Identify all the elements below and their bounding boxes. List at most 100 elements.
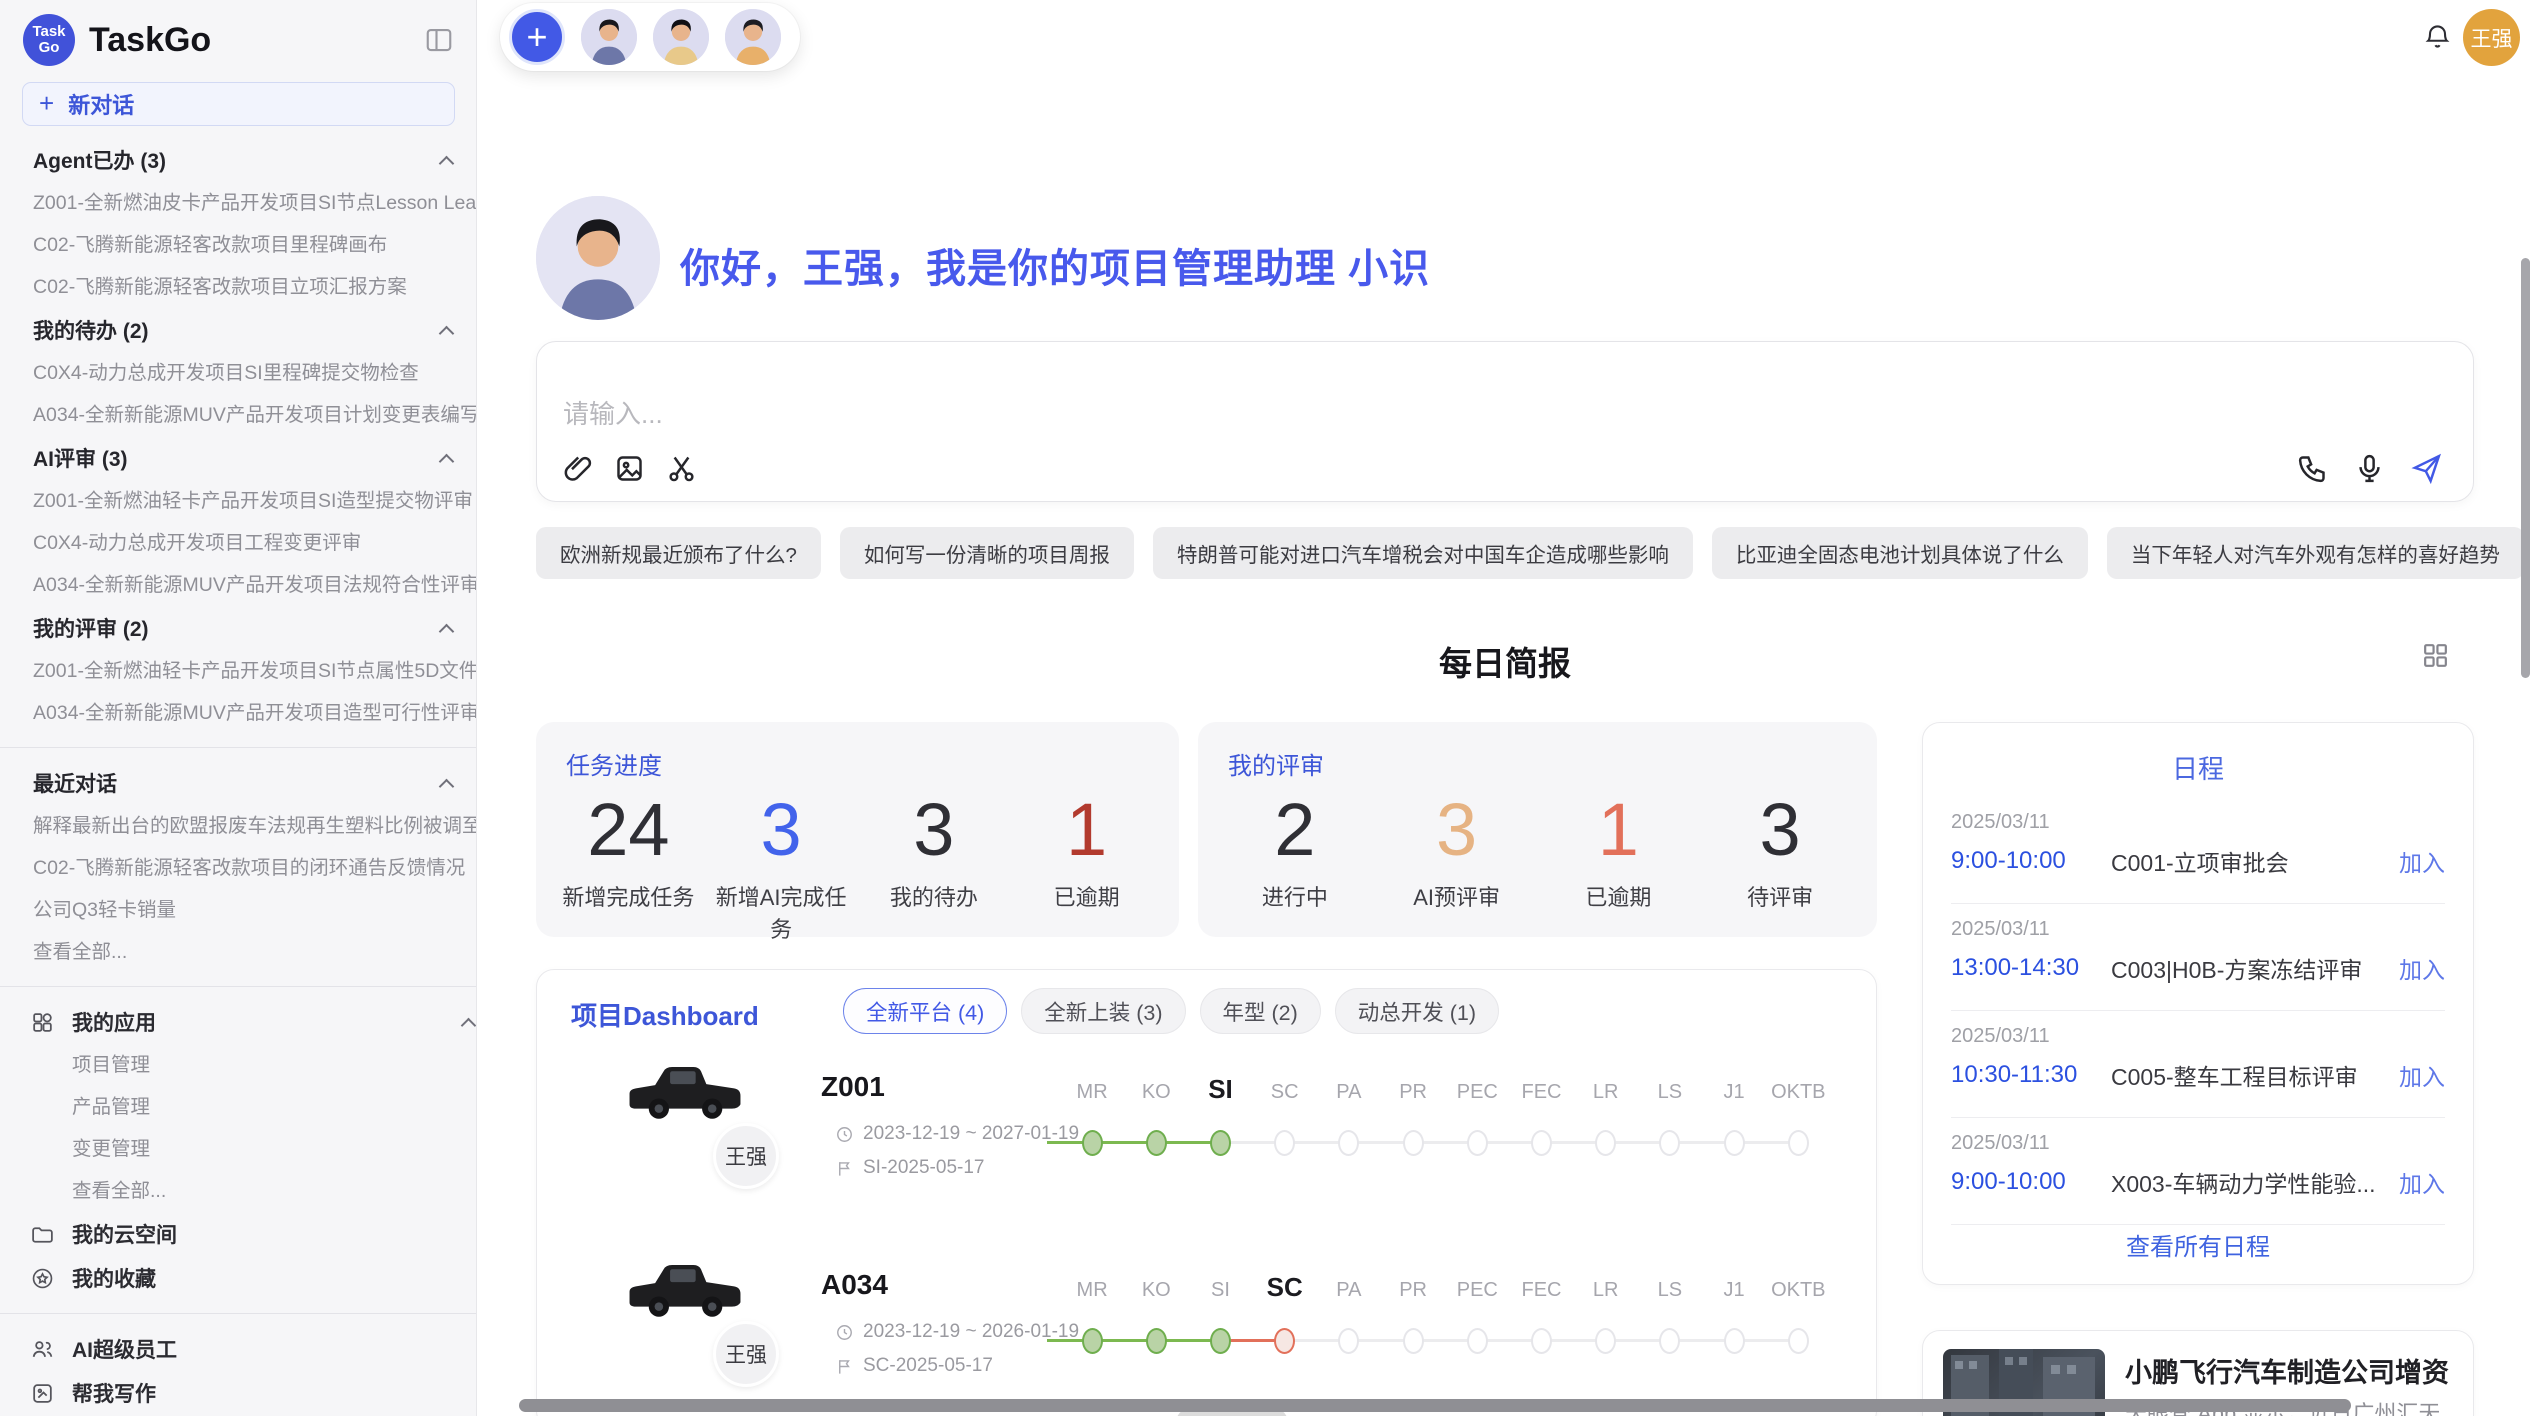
milestone-label: SC <box>1252 1079 1318 1105</box>
dashboard-tab[interactable]: 年型 (2) <box>1200 988 1321 1034</box>
sidebar-section-header[interactable]: 我的待办 (2) <box>0 308 476 352</box>
sidebar-link-label: 我的收藏 <box>72 1263 156 1293</box>
sidebar-cloud-space[interactable]: 我的云空间 <box>0 1212 476 1256</box>
milestone-label: OKTB <box>1765 1277 1831 1303</box>
sidebar-section-label: 我的评审 (2) <box>33 613 149 643</box>
sidebar-favorites[interactable]: 我的收藏 <box>0 1256 476 1300</box>
sidebar-item[interactable]: C0X4-动力总成开发项目工程变更评审 <box>0 522 476 564</box>
collapse-sidebar-icon[interactable] <box>424 25 454 55</box>
milestone-label: FEC <box>1509 1079 1575 1105</box>
sidebar-item[interactable]: C02-飞腾新能源轻客改款项目里程碑画布 <box>0 224 476 266</box>
sidebar-tool-ai-super-staff[interactable]: AI超级员工 <box>0 1327 476 1371</box>
sidebar-section-header[interactable]: 我的评审 (2) <box>0 606 476 650</box>
milestone-dot <box>1082 1328 1103 1354</box>
recent-chat-item[interactable]: 公司Q3轻卡销量 <box>0 889 476 931</box>
project-row[interactable]: 王强Z0012023-12-19 ~ 2027-01-19SI-2025-05-… <box>537 1041 1877 1239</box>
schedule-item[interactable]: 2025/03/1110:30-11:30C005-整车工程目标评审加入 <box>1951 1017 2445 1124</box>
sidebar-item[interactable]: C0X4-动力总成开发项目SI里程碑提交物检查 <box>0 352 476 394</box>
sidebar-item[interactable]: A034-全新新能源MUV产品开发项目计划变更表编写 <box>0 394 476 436</box>
stat-value: 2 <box>1214 784 1376 876</box>
notification-bell-icon[interactable] <box>2422 21 2453 52</box>
user-avatar[interactable]: 王强 <box>2463 9 2520 66</box>
microphone-icon[interactable] <box>2353 452 2386 485</box>
sidebar-tool-label: AI超级员工 <box>72 1334 177 1364</box>
sidebar-section-header[interactable]: Agent已办 (3) <box>0 138 476 182</box>
app-sub-item[interactable]: 查看全部... <box>0 1170 476 1212</box>
stat-label: 我的待办 <box>858 880 1011 912</box>
join-meeting-link[interactable]: 加入 <box>2399 844 2445 878</box>
dashboard-tab[interactable]: 全新上装 (3) <box>1021 988 1185 1034</box>
milestone-dot <box>1403 1328 1424 1354</box>
horizontal-scrollbar[interactable] <box>519 1399 2351 1412</box>
milestone-dot <box>1146 1130 1167 1156</box>
dashboard-tab[interactable]: 全新平台 (4) <box>843 988 1007 1034</box>
stat-value: 3 <box>705 784 858 876</box>
sidebar-item[interactable]: Z001-全新燃油轻卡产品开发项目SI造型提交物评审 <box>0 480 476 522</box>
suggestion-chip[interactable]: 特朗普可能对进口汽车增税会对中国车企造成哪些影响 <box>1153 527 1693 579</box>
schedule-date: 2025/03/11 <box>1951 1017 2445 1048</box>
sidebar-tool-label: 帮我写作 <box>72 1378 156 1408</box>
suggestion-chip[interactable]: 比亚迪全固态电池计划具体说了什么 <box>1712 527 2088 579</box>
dashboard-tab[interactable]: 动总开发 (1) <box>1335 988 1499 1034</box>
vertical-scrollbar[interactable] <box>2521 258 2530 678</box>
attachment-icon[interactable] <box>561 452 594 485</box>
schedule-item[interactable]: 2025/03/11 9:00-10:00C001-立项审批会加入 <box>1951 803 2445 910</box>
recent-chat-item[interactable]: C02-飞腾新能源轻客改款项目的闭环通告反馈情况 <box>0 847 476 889</box>
recent-view-all[interactable]: 查看全部... <box>0 931 476 973</box>
schedule-event-title: C005-整车工程目标评审 <box>2111 1058 2399 1092</box>
schedule-item[interactable]: 2025/03/11 13:00-14:30C003|H0B-方案冻结评审加入 <box>1951 910 2445 1017</box>
app-sub-item[interactable]: 产品管理 <box>0 1086 476 1128</box>
sidebar-item[interactable]: Z001-全新燃油皮卡产品开发项目SI节点Lesson Learn报告 <box>0 182 476 224</box>
sidebar-my-apps[interactable]: 我的应用 <box>0 1000 476 1044</box>
join-meeting-link[interactable]: 加入 <box>2399 1058 2445 1092</box>
app-sub-item[interactable]: 项目管理 <box>0 1044 476 1086</box>
join-meeting-link[interactable]: 加入 <box>2399 1165 2445 1199</box>
sidebar-section-header[interactable]: AI评审 (3) <box>0 436 476 480</box>
schedule-time: 13:00-14:30 <box>1951 954 2111 982</box>
sidebar-item[interactable]: A034-全新新能源MUV产品开发项目法规符合性评审 <box>0 564 476 606</box>
schedule-item-main: 13:00-14:30C003|H0B-方案冻结评审加入 <box>1951 951 2445 985</box>
milestone-label: SI <box>1188 1277 1254 1303</box>
sidebar-divider <box>0 747 476 748</box>
schedule-divider <box>1951 903 2445 904</box>
sidebar-section-label: Agent已办 (3) <box>33 145 166 175</box>
sidebar-item[interactable]: Z001-全新燃油轻卡产品开发项目SI节点属性5D文件评审 <box>0 650 476 692</box>
join-meeting-link[interactable]: 加入 <box>2399 951 2445 985</box>
layout-grid-icon[interactable] <box>2420 640 2451 671</box>
image-icon[interactable] <box>613 452 646 485</box>
new-chat-button[interactable]: + 新对话 <box>22 82 455 126</box>
schedule-item[interactable]: 2025/03/119:00-10:00X003-车辆动力学性能验...加入 <box>1951 1124 2445 1231</box>
milestone-label: LS <box>1637 1277 1703 1303</box>
phone-icon[interactable] <box>2296 452 2329 485</box>
sidebar-item[interactable]: A034-全新新能源MUV产品开发项目造型可行性评审 <box>0 692 476 734</box>
stat-item: 3AI预评审 <box>1376 784 1538 912</box>
write-icon <box>30 1381 55 1406</box>
agent-avatar-2[interactable] <box>653 9 709 65</box>
schedule-time: 9:00-10:00 <box>1951 1168 2111 1196</box>
composer-left-icons <box>561 452 698 485</box>
schedule-event-title: C003|H0B-方案冻结评审 <box>2111 951 2399 985</box>
schedule-date: 2025/03/11 <box>1951 803 2445 834</box>
sidebar-section-header-recent[interactable]: 最近对话 <box>0 761 476 805</box>
sidebar-section-label: 我的待办 (2) <box>33 315 149 345</box>
suggestion-chip[interactable]: 如何写一份清晰的项目周报 <box>840 527 1134 579</box>
send-icon[interactable] <box>2410 452 2443 485</box>
sidebar-item[interactable]: C02-飞腾新能源轻客改款项目立项汇报方案 <box>0 266 476 308</box>
schedule-date: 2025/03/11 <box>1951 910 2445 941</box>
scissors-icon[interactable] <box>665 452 698 485</box>
agent-avatar-1[interactable] <box>581 9 637 65</box>
project-row[interactable]: 王强A0342023-12-19 ~ 2026-01-19SC-2025-05-… <box>537 1239 1877 1416</box>
agent-avatar-3[interactable] <box>725 9 781 65</box>
chat-input[interactable] <box>561 398 1961 431</box>
milestone-dot <box>1210 1130 1231 1156</box>
sidebar-tool-help-me-write[interactable]: 帮我写作 <box>0 1371 476 1415</box>
app-sub-item[interactable]: 变更管理 <box>0 1128 476 1170</box>
project-date-range-row: 2023-12-19 ~ 2027-01-19 <box>835 1123 1079 1145</box>
recent-chat-item[interactable]: 解释最新出台的欧盟报废车法规再生塑料比例被调至15%... <box>0 805 476 847</box>
add-agent-button[interactable]: + <box>509 9 565 65</box>
view-all-schedule-link[interactable]: 查看所有日程 <box>1923 1227 2473 1262</box>
suggestion-chip[interactable]: 欧洲新规最近颁布了什么? <box>536 527 821 579</box>
schedule-item-main: 9:00-10:00C001-立项审批会加入 <box>1951 844 2445 878</box>
suggestion-chip[interactable]: 当下年轻人对汽车外观有怎样的喜好趋势 <box>2107 527 2524 579</box>
dashboard-tabs: 全新平台 (4) 全新上装 (3) 年型 (2) 动总开发 (1) <box>843 988 1499 1034</box>
